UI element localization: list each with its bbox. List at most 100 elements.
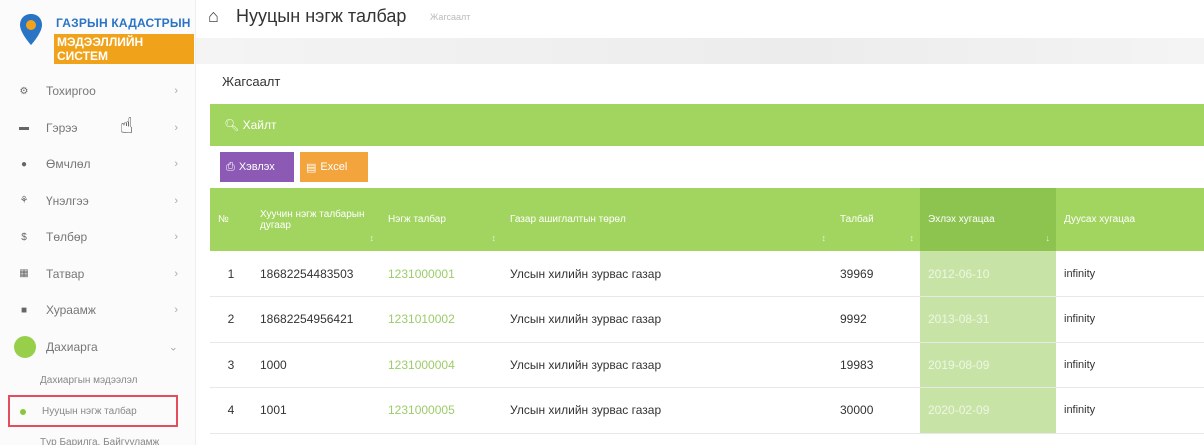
map-pin-icon bbox=[20, 14, 42, 45]
subitem-label: Нууцын нэгж талбар bbox=[42, 405, 137, 417]
sort-icon: ↕ bbox=[369, 233, 375, 243]
cell-old-id: 18682254956421 bbox=[252, 296, 380, 343]
sidebar-item-valuation[interactable]: ⚘ Үнэлгээ › bbox=[0, 183, 196, 220]
circle-icon bbox=[14, 335, 36, 358]
logo[interactable]: ГАЗРЫН КАДАСТРЫН МЭДЭЭЛЛИЙН СИСТЕМ bbox=[14, 10, 194, 64]
printer-icon: ⎙ bbox=[226, 160, 235, 173]
column-header-old-id[interactable]: Хуучин нэгж талбарын дугаар ↕ bbox=[252, 188, 380, 251]
cell-type: Улсын хилийн зурвас газар bbox=[502, 251, 832, 297]
column-header-no[interactable]: № bbox=[210, 188, 252, 251]
table-row[interactable]: 4 1001 1231000005 Улсын хилийн зурвас га… bbox=[210, 387, 1204, 434]
table-header-row: № Хуучин нэгж талбарын дугаар ↕ Нэгж талб… bbox=[210, 188, 1204, 251]
cell-parcel-link[interactable]: 1231000004 bbox=[380, 342, 502, 388]
subitem-label: Түр Барилга, Байгууламж bbox=[40, 436, 160, 445]
topbar: ⌂ Нууцын нэгж талбар Жагсаалт bbox=[196, 0, 1204, 40]
sidebar: ГАЗРЫН КАДАСТРЫН МЭДЭЭЛЛИЙН СИСТЕМ ⚙ Тох… bbox=[0, 0, 196, 445]
cell-start: 2019-08-09 bbox=[920, 342, 1056, 388]
logo-subtitle: МЭДЭЭЛЛИЙН СИСТЕМ bbox=[54, 34, 194, 64]
print-label: Хэвлэх bbox=[238, 161, 275, 173]
sidebar-item-ownership[interactable]: ● Өмчлөл › bbox=[0, 146, 196, 183]
column-header-label: Хуучин нэгж талбарын дугаар bbox=[260, 208, 365, 231]
column-header-label: Нэгж талбар bbox=[388, 214, 446, 225]
table-row[interactable]: 1 18682254483503 1231000001 Улсын хилийн… bbox=[210, 251, 1204, 297]
cell-type: Улсын хилийн зурвас газар bbox=[502, 296, 832, 343]
chevron-down-icon: ⌄ bbox=[168, 341, 178, 354]
sidebar-item-payment[interactable]: $ Төлбөр › bbox=[0, 219, 196, 256]
chevron-right-icon: › bbox=[174, 158, 178, 171]
column-header-label: Талбай bbox=[840, 214, 874, 225]
active-dot-icon bbox=[20, 409, 26, 415]
parcel-table: № Хуучин нэгж талбарын дугаар ↕ Нэгж талб… bbox=[210, 188, 1204, 434]
column-header-type[interactable]: Газар ашиглалтын төрөл ↕ bbox=[502, 188, 832, 251]
circle-icon: ● bbox=[20, 158, 28, 170]
chevron-right-icon: › bbox=[174, 85, 178, 98]
sort-icon: ↕ bbox=[821, 233, 827, 243]
section-title: Жагсаалт bbox=[222, 74, 281, 89]
chevron-right-icon: › bbox=[174, 267, 178, 280]
cell-type: Улсын хилийн зурвас газар bbox=[502, 387, 832, 434]
sidebar-item-contract[interactable]: ▬ Гэрээ › bbox=[0, 110, 196, 147]
column-header-end[interactable]: Дуусах хугацаа bbox=[1056, 188, 1204, 251]
search-label: Хайлт bbox=[242, 118, 277, 132]
cell-parcel-link[interactable]: 1231000005 bbox=[380, 387, 502, 434]
column-header-area[interactable]: Талбай ↕ bbox=[832, 188, 920, 251]
people-icon: ⚘ bbox=[19, 195, 29, 207]
breadcrumb-band bbox=[196, 38, 1204, 64]
cell-area: 19983 bbox=[832, 342, 920, 388]
hand-cursor-icon: ☝ bbox=[120, 113, 134, 138]
print-button[interactable]: ⎙ Хэвлэх bbox=[220, 152, 294, 182]
chevron-right-icon: › bbox=[174, 231, 178, 244]
subitem-dakhiarga-info[interactable]: Дахиаргын мэдээлэл bbox=[0, 365, 196, 395]
sidebar-item-label: Өмчлөл bbox=[46, 157, 91, 172]
cell-area: 9992 bbox=[832, 296, 920, 343]
subitem-secret-parcel[interactable]: Нууцын нэгж талбар bbox=[8, 395, 178, 427]
home-icon[interactable]: ⌂ bbox=[208, 6, 219, 27]
sort-desc-icon: ↓ bbox=[1045, 233, 1051, 243]
box-icon: ■ bbox=[20, 304, 28, 316]
cell-no: 2 bbox=[210, 296, 252, 343]
cell-start: 2020-02-09 bbox=[920, 387, 1056, 434]
table-icon: ▦ bbox=[19, 268, 29, 280]
sidebar-item-label: Дахиарга bbox=[46, 339, 98, 354]
column-header-label: Эхлэх хугацаа bbox=[928, 214, 995, 225]
sidebar-item-dakhiarga[interactable]: Дахиарга ⌄ bbox=[0, 329, 196, 366]
column-header-label: Газар ашиглалтын төрөл bbox=[510, 214, 626, 225]
cell-parcel-link[interactable]: 1231010002 bbox=[380, 296, 502, 343]
cell-area: 30000 bbox=[832, 387, 920, 434]
sidebar-item-settings[interactable]: ⚙ Тохиргоо › bbox=[0, 73, 196, 110]
settings-icon: ⚙ bbox=[19, 85, 29, 97]
sidebar-item-fee[interactable]: ■ Хураамж › bbox=[0, 292, 196, 329]
cell-old-id: 1000 bbox=[252, 342, 380, 388]
search-toggle[interactable]: 🔍︎ Хайлт bbox=[224, 118, 276, 132]
chevron-right-icon: › bbox=[174, 194, 178, 207]
column-header-parcel[interactable]: Нэгж талбар ↕ bbox=[380, 188, 502, 251]
subitem-temp-building[interactable]: Түр Барилга, Байгууламж bbox=[0, 427, 196, 445]
sidebar-menu: ⚙ Тохиргоо › ▬ Гэрээ › ● Өмчлөл › ⚘ Үнэл… bbox=[0, 73, 196, 445]
column-header-label: Дуусах хугацаа bbox=[1064, 214, 1136, 225]
sidebar-item-label: Тохиргоо bbox=[46, 84, 96, 99]
sidebar-item-label: Хураамж bbox=[46, 303, 96, 318]
cell-type: Улсын хилийн зурвас газар bbox=[502, 342, 832, 388]
file-icon: ▤ bbox=[306, 161, 317, 174]
cell-end: infinity bbox=[1056, 387, 1204, 434]
excel-label: Excel bbox=[320, 161, 348, 173]
search-icon: 🔍︎ bbox=[224, 118, 240, 132]
document-icon: ▬ bbox=[19, 122, 29, 134]
subitem-label: Дахиаргын мэдээлэл bbox=[40, 374, 138, 386]
cell-old-id: 18682254483503 bbox=[252, 251, 380, 297]
cell-end: infinity bbox=[1056, 342, 1204, 388]
cell-area: 39969 bbox=[832, 251, 920, 297]
chevron-right-icon: › bbox=[174, 304, 178, 317]
column-header-start[interactable]: Эхлэх хугацаа ↓ bbox=[920, 188, 1056, 251]
page-subtitle: Жагсаалт bbox=[430, 12, 471, 22]
excel-button[interactable]: ▤ Excel bbox=[300, 152, 368, 182]
search-panel[interactable]: 🔍︎ Хайлт bbox=[210, 104, 1204, 146]
sidebar-item-tax[interactable]: ▦ Татвар › bbox=[0, 256, 196, 293]
sidebar-item-label: Төлбөр bbox=[46, 230, 88, 245]
cell-no: 3 bbox=[210, 342, 252, 388]
table-row[interactable]: 2 18682254956421 1231010002 Улсын хилийн… bbox=[210, 296, 1204, 343]
cell-parcel-link[interactable]: 1231000001 bbox=[380, 251, 502, 297]
table-row[interactable]: 3 1000 1231000004 Улсын хилийн зурвас га… bbox=[210, 342, 1204, 388]
chevron-right-icon: › bbox=[174, 121, 178, 134]
sidebar-item-label: Татвар bbox=[46, 266, 85, 281]
